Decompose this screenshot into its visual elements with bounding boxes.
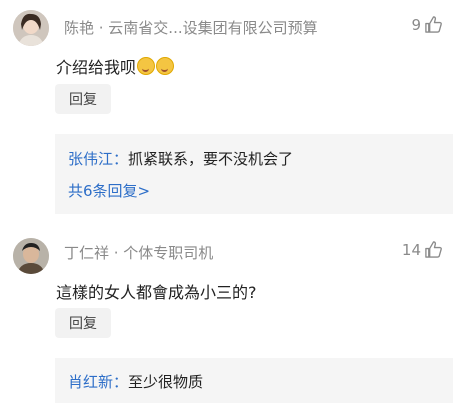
reply-item: 张伟江：抓紧联系，要不没机会了 bbox=[68, 148, 293, 169]
comment-item: 丁仁祥 · 个体专职司机 14 這樣的女人都會成為小三的? 回复 肖红新：至少很… bbox=[0, 225, 453, 403]
comment-author[interactable]: 丁仁祥 · 个体专职司机 bbox=[64, 242, 213, 263]
avatar[interactable] bbox=[13, 10, 49, 46]
emoji-icon bbox=[137, 57, 156, 75]
more-replies-link[interactable]: 共6条回复> bbox=[68, 180, 150, 201]
emoji-icon bbox=[156, 57, 175, 75]
like-button[interactable]: 9 bbox=[411, 15, 443, 34]
comment-text-content: 介绍给我呗 bbox=[56, 58, 137, 77]
user-photo-icon bbox=[13, 10, 49, 46]
comment-item: 陈艳 · 云南省交...设集团有限公司预算 9 介绍给我呗 回复 张伟江：抓紧联… bbox=[0, 0, 453, 220]
reply-author[interactable]: 张伟江： bbox=[68, 150, 128, 168]
comment-text: 這樣的女人都會成為小三的? bbox=[56, 283, 257, 302]
reply-button[interactable]: 回复 bbox=[55, 308, 111, 338]
comment-author[interactable]: 陈艳 · 云南省交...设集团有限公司预算 bbox=[64, 17, 318, 38]
reply-button[interactable]: 回复 bbox=[55, 84, 111, 114]
avatar[interactable] bbox=[13, 238, 49, 274]
comment-text: 介绍给我呗 bbox=[56, 54, 175, 78]
reply-thread[interactable]: 肖红新：至少很物质 bbox=[55, 358, 453, 403]
like-button[interactable]: 14 bbox=[402, 240, 443, 259]
like-count: 14 bbox=[401, 240, 421, 259]
like-count: 9 bbox=[411, 15, 421, 34]
thumbs-up-icon bbox=[425, 16, 442, 33]
reply-text: 至少很物质 bbox=[128, 373, 204, 391]
reply-author[interactable]: 肖红新： bbox=[68, 373, 128, 391]
reply-item: 肖红新：至少很物质 bbox=[68, 371, 203, 392]
user-photo-icon bbox=[13, 238, 49, 274]
reply-thread[interactable]: 张伟江：抓紧联系，要不没机会了 共6条回复> bbox=[55, 134, 453, 214]
reply-text: 抓紧联系，要不没机会了 bbox=[128, 150, 294, 168]
thumbs-up-icon bbox=[425, 241, 442, 258]
